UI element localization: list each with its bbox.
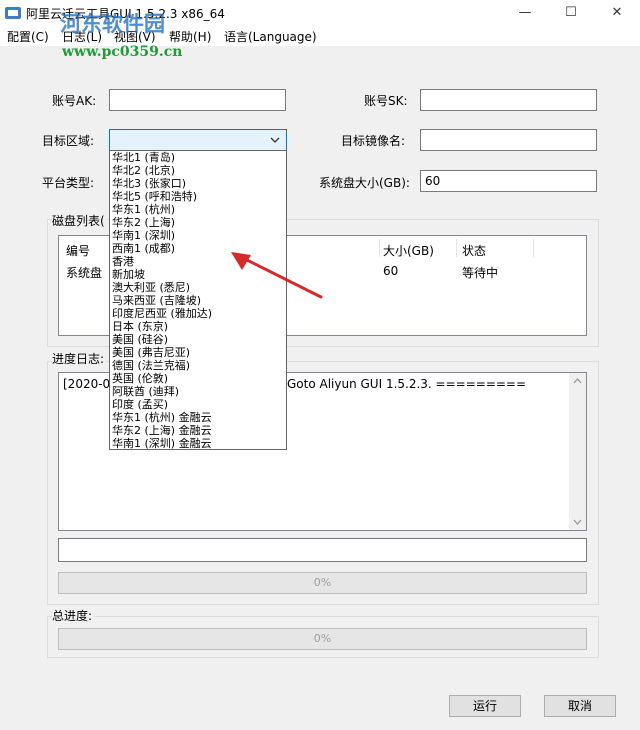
region-option[interactable]: 华东1 (杭州) 金融云: [110, 411, 286, 424]
region-select[interactable]: [109, 129, 287, 151]
disk-size-label: 系统盘大小(GB):: [319, 176, 410, 190]
table-cell-disk-size[interactable]: 60: [383, 264, 398, 278]
annotation-arrow-icon: [231, 252, 323, 299]
log-label: 进度日志:: [52, 350, 107, 367]
watermark-logo: 河东软件园: [60, 11, 165, 36]
watermark-url: www.pc0359.cn: [62, 44, 183, 60]
region-option[interactable]: 印度 (孟买): [110, 398, 286, 411]
region-option[interactable]: 华北5 (呼和浩特): [110, 190, 286, 203]
region-option[interactable]: 华北2 (北京): [110, 164, 286, 177]
table-cell-disk-name[interactable]: 系统盘: [66, 264, 102, 281]
region-option[interactable]: 阿联酋 (迪拜): [110, 385, 286, 398]
menu-language[interactable]: 语言(Language): [224, 28, 317, 45]
platform-label: 平台类型:: [42, 176, 95, 190]
region-option[interactable]: 印度尼西亚 (雅加达): [110, 307, 286, 320]
region-option[interactable]: 英国 (伦敦): [110, 372, 286, 385]
log-line-end: Goto Aliyun GUI 1.5.2.3. =========: [287, 377, 527, 391]
image-name-label: 目标镜像名:: [341, 134, 406, 148]
region-label: 目标区域:: [42, 134, 95, 148]
step-progress-text: 0%: [313, 576, 332, 589]
close-button[interactable]: ✕: [594, 0, 640, 26]
scroll-down-icon[interactable]: [573, 519, 582, 525]
minimize-button[interactable]: —: [502, 0, 548, 26]
disk-size-input[interactable]: 60: [420, 170, 597, 192]
region-option[interactable]: 德国 (法兰克福): [110, 359, 286, 372]
cancel-button[interactable]: 取消: [544, 695, 616, 717]
total-progress-bar: 0%: [58, 628, 587, 650]
region-option[interactable]: 华南1 (深圳) 金融云: [110, 437, 286, 449]
sk-label: 账号SK:: [364, 94, 408, 108]
region-option[interactable]: 日本 (东京): [110, 320, 286, 333]
ak-label: 账号AK:: [52, 94, 97, 108]
total-progress-text: 0%: [313, 632, 332, 645]
region-option[interactable]: 华南1 (深圳): [110, 229, 286, 242]
column-header-id[interactable]: 编号: [66, 242, 90, 259]
ak-input[interactable]: [109, 89, 286, 111]
region-option[interactable]: 华东2 (上海): [110, 216, 286, 229]
scroll-up-icon[interactable]: [573, 378, 582, 384]
table-cell-disk-status[interactable]: 等待中: [462, 264, 498, 281]
step-progress-bar: 0%: [58, 572, 587, 594]
log-scrollbar[interactable]: [569, 373, 586, 530]
image-name-input[interactable]: [420, 129, 597, 151]
region-option[interactable]: 华东2 (上海) 金融云: [110, 424, 286, 437]
run-button[interactable]: 运行: [449, 695, 521, 717]
menu-config[interactable]: 配置(C): [7, 28, 49, 45]
total-progress-label: 总进度:: [52, 607, 95, 624]
region-option[interactable]: 华东1 (杭州): [110, 203, 286, 216]
sk-input[interactable]: [420, 89, 597, 111]
region-option[interactable]: 美国 (弗吉尼亚): [110, 346, 286, 359]
region-option[interactable]: 华北3 (张家口): [110, 177, 286, 190]
menu-help[interactable]: 帮助(H): [169, 28, 211, 45]
column-header-status[interactable]: 状态: [462, 242, 486, 259]
app-icon: [5, 7, 21, 19]
chevron-down-icon: [270, 137, 280, 143]
maximize-button[interactable]: ☐: [548, 0, 594, 26]
column-header-size[interactable]: 大小(GB): [383, 242, 434, 259]
command-input[interactable]: [58, 538, 587, 562]
region-option[interactable]: 美国 (硅谷): [110, 333, 286, 346]
disk-list-label: 磁盘列表(: [52, 212, 107, 229]
region-option[interactable]: 华北1 (青岛): [110, 151, 286, 164]
